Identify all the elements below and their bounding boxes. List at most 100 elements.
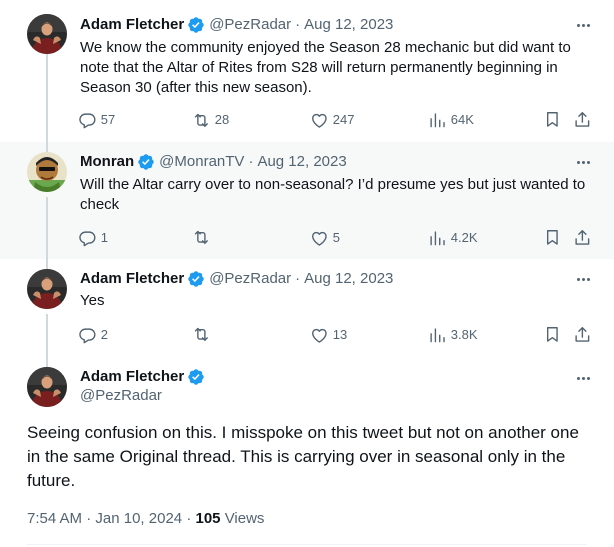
thread-line [46,314,48,358]
tweet-meta: 7:54 AM · Jan 10, 2024 · 105 Views [27,509,264,529]
like-count: 5 [332,230,340,245]
like-count: 13 [332,327,348,342]
bookmark-icon [543,325,562,344]
views-icon [428,229,447,248]
repost-button[interactable] [192,228,211,247]
tweet-time[interactable]: 7:54 AM [27,510,82,527]
like-icon [310,326,329,345]
verified-badge-icon [187,368,205,386]
action-bar: 1 5 4.2K [78,228,598,248]
thread-line [46,358,48,367]
tweet-date[interactable]: Jan 10, 2024 [95,510,182,527]
divider [27,544,587,545]
separator: · [86,510,92,527]
repost-icon [192,325,211,344]
view-count: 64K [450,112,474,127]
action-bar: 2 13 3.8K [78,325,598,345]
view-count: 4.2K [450,230,478,245]
separator: · [248,153,254,170]
verified-badge-icon [137,153,155,171]
repost-icon [192,111,211,130]
bookmark-button[interactable] [543,228,562,247]
reply-icon [78,326,97,345]
tweet-text: We know the community enjoyed the Season… [80,39,571,96]
author-name[interactable]: Adam Fletcher [80,15,184,35]
bookmark-icon [543,228,562,247]
author-handle[interactable]: @PezRadar [80,386,162,406]
repost-count: 28 [214,112,230,127]
like-button[interactable]: 13 [310,325,347,345]
reply-tweet-1[interactable]: Adam Fletcher @PezRadar · Aug 12, 2023 W… [0,0,614,142]
tweet-header: Adam Fletcher @PezRadar · Aug 12, 2023 [80,15,393,35]
share-icon [573,228,592,247]
reply-count: 2 [100,327,108,342]
author-name[interactable]: Adam Fletcher [80,269,184,289]
tweet-header: Monran @MonranTV · Aug 12, 2023 [80,152,347,172]
like-button[interactable]: 5 [310,228,340,248]
repost-button[interactable] [192,325,211,344]
like-button[interactable]: 247 [310,110,354,130]
like-icon [310,111,329,130]
separator: · [186,510,192,527]
separator: · [295,16,301,33]
repost-icon [192,228,211,247]
view-count: 3.8K [450,327,478,342]
like-icon [310,229,329,248]
share-button[interactable] [573,228,592,247]
reply-tweet-2[interactable]: Monran @MonranTV · Aug 12, 2023 Will the… [0,142,614,259]
bookmark-button[interactable] [543,110,562,129]
avatar[interactable] [27,14,67,54]
reply-button[interactable]: 57 [78,110,115,130]
bookmark-button[interactable] [543,325,562,344]
tweet-header: Adam Fletcher [80,367,209,387]
views-button[interactable]: 3.8K [428,325,478,345]
main-tweet: Adam Fletcher @PezRadar Seeing confusion… [0,358,614,547]
thread-line [46,259,48,269]
reply-tweet-3[interactable]: Adam Fletcher @PezRadar · Aug 12, 2023 Y… [0,259,614,358]
reply-count: 1 [100,230,108,245]
share-button[interactable] [573,110,592,129]
tweet-date[interactable]: Aug 12, 2023 [257,152,346,172]
more-icon[interactable] [574,153,592,171]
avatar[interactable] [27,152,67,192]
reply-icon [78,229,97,248]
avatar[interactable] [27,269,67,309]
author-handle[interactable]: @PezRadar [209,15,291,35]
more-icon[interactable] [574,16,592,34]
thread-line [46,142,48,152]
tweet-date[interactable]: Aug 12, 2023 [304,269,393,289]
share-icon [573,110,592,129]
share-button[interactable] [573,325,592,344]
reply-button[interactable]: 2 [78,325,108,345]
verified-badge-icon [187,16,205,34]
views-button[interactable]: 4.2K [428,228,478,248]
tweet-text: Yes [80,292,105,309]
reply-count: 57 [100,112,116,127]
verified-badge-icon [187,270,205,288]
tweet-header: Adam Fletcher @PezRadar · Aug 12, 2023 [80,269,393,289]
reply-icon [78,111,97,130]
share-icon [573,325,592,344]
author-handle[interactable]: @PezRadar [209,269,291,289]
more-icon[interactable] [574,369,592,387]
views-icon [428,111,447,130]
author-name[interactable]: Adam Fletcher [80,367,184,387]
author-handle[interactable]: @MonranTV [159,152,244,172]
avatar[interactable] [27,367,67,407]
main-tweet-text: Seeing confusion on this. I misspoke on … [27,423,579,490]
like-count: 247 [332,112,355,127]
views-button[interactable]: 64K [428,110,474,130]
thread-line [46,197,48,259]
action-bar: 57 28 247 64K [78,110,598,130]
separator: · [295,270,301,287]
bookmark-icon [543,110,562,129]
view-count: 105 [195,510,221,527]
views-icon [428,326,447,345]
views-label: Views [224,510,265,527]
reply-button[interactable]: 1 [78,228,108,248]
repost-button[interactable]: 28 [192,110,229,130]
more-icon[interactable] [574,270,592,288]
tweet-text: Will the Altar carry over to non-seasona… [80,176,586,213]
tweet-date[interactable]: Aug 12, 2023 [304,15,393,35]
author-name[interactable]: Monran [80,152,134,172]
